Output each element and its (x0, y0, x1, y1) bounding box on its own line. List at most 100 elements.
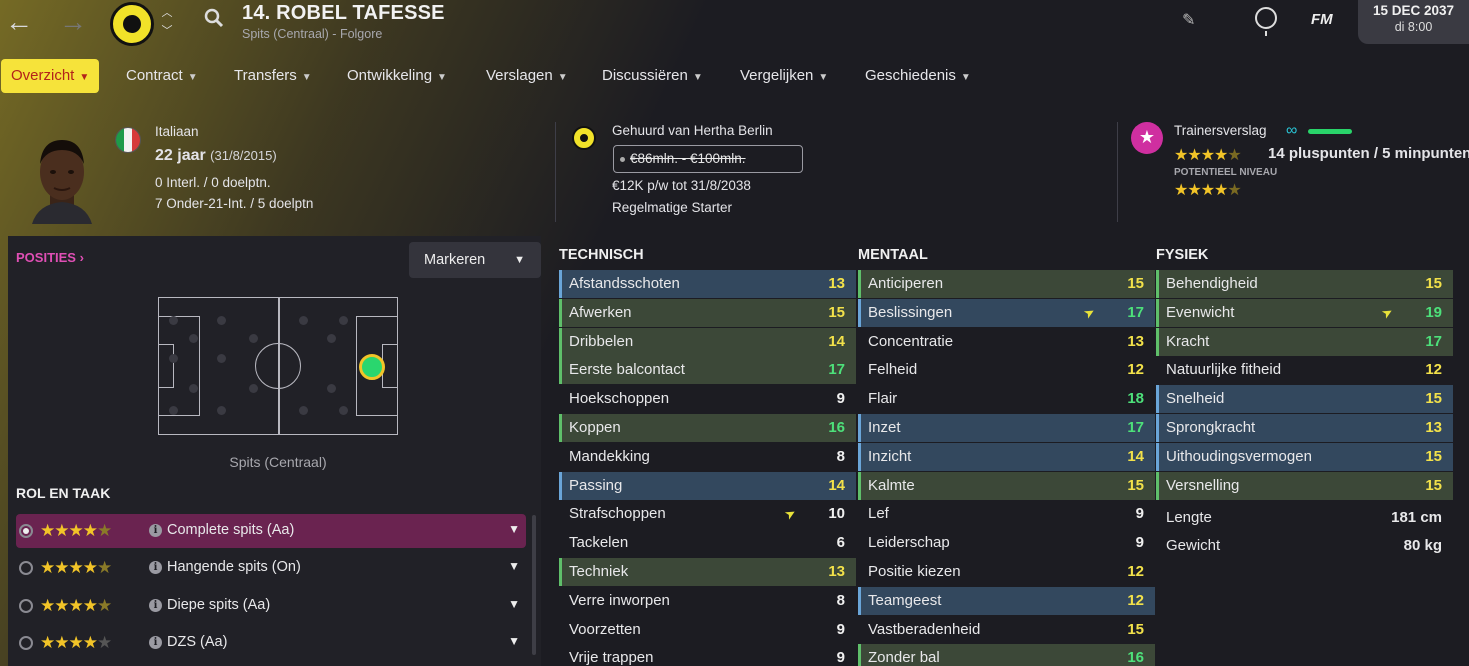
chevron-down-icon[interactable]: ▼ (508, 559, 520, 573)
attribute-row[interactable]: Evenwicht ➤ 19 (1156, 298, 1453, 327)
tab-ontwikkeling[interactable]: Ontwikkeling ▼ (337, 59, 457, 93)
tab-geschiedenis[interactable]: Geschiedenis ▼ (855, 59, 981, 93)
info-icon[interactable]: i (149, 599, 162, 612)
attribute-row[interactable]: Lef 9 (858, 500, 1155, 528)
attribute-row[interactable]: Hoekschoppen 9 (559, 385, 856, 413)
nationality: Italiaan (155, 124, 199, 139)
role-name: Diepe spits (Aa) (167, 597, 271, 613)
attribute-row[interactable]: Techniek 13 (559, 558, 856, 586)
forward-arrow-icon[interactable]: → (58, 8, 88, 38)
tab-discussieren[interactable]: Discussiëren ▼ (592, 59, 713, 93)
attribute-value: 14 (828, 476, 845, 494)
info-icon[interactable]: i (149, 636, 162, 649)
transfer-value[interactable]: €86mln. - €100mln. (613, 145, 803, 173)
attribute-row[interactable]: Vastberadenheid 15 (858, 616, 1155, 644)
role-item[interactable]: ★★★★★ i Diepe spits (Aa) ▼ (16, 589, 526, 623)
attribute-row[interactable]: Eerste balcontact 17 (559, 356, 856, 385)
attribute-row[interactable]: Teamgeest 12 (858, 586, 1155, 615)
chevron-down-icon[interactable]: ﹀ (159, 22, 175, 40)
back-arrow-icon[interactable]: ← (4, 8, 34, 38)
attribute-row[interactable]: Inzicht 14 (858, 442, 1155, 471)
player-switch-arrows[interactable]: ︿ ﹀ (159, 4, 175, 40)
attribute-value: 9 (836, 620, 845, 638)
info-icon[interactable]: i (149, 524, 162, 537)
weight-label: Gewicht (1166, 537, 1221, 554)
date-box[interactable]: 15 DEC 2037 di 8:00 (1358, 0, 1469, 44)
attribute-value: 13 (828, 275, 845, 292)
attribute-name: Evenwicht (1166, 303, 1235, 321)
coach-report-title[interactable]: Trainersverslag (1174, 123, 1267, 138)
pencil-icon[interactable]: ✎ (1182, 10, 1195, 30)
role-item[interactable]: ★★★★★ i Hangende spits (On) ▼ (16, 551, 526, 585)
attribute-row[interactable]: Beslissingen ➤ 17 (858, 298, 1155, 327)
attribute-row[interactable]: Afstandsschoten 13 (559, 270, 856, 298)
attribute-row[interactable]: Anticiperen 15 (858, 270, 1155, 298)
attribute-row[interactable]: Zonder bal 16 (858, 644, 1155, 666)
search-icon[interactable] (204, 8, 224, 34)
selected-position-marker[interactable] (359, 354, 385, 380)
club-badge-icon[interactable] (110, 2, 154, 46)
loan-info[interactable]: Gehuurd van Hertha Berlin (612, 123, 773, 138)
attribute-row[interactable]: Natuurlijke fitheid 12 (1156, 356, 1453, 384)
attribute-row[interactable]: Kracht 17 (1156, 327, 1453, 356)
attribute-name: Sprongkracht (1166, 419, 1256, 436)
attribute-row[interactable]: Leiderschap 9 (858, 529, 1155, 557)
player-subtitle[interactable]: Spits (Centraal) - Folgore (242, 27, 382, 41)
italy-flag-icon (115, 127, 141, 153)
technical-title: TECHNISCH (559, 247, 644, 263)
info-icon[interactable]: i (149, 561, 162, 574)
mark-dropdown[interactable]: Markeren ▼ (409, 242, 541, 278)
attribute-row[interactable]: Sprongkracht 13 (1156, 414, 1453, 442)
attribute-row[interactable]: Verre inworpen 8 (559, 587, 856, 615)
chevron-down-icon[interactable]: ▼ (508, 522, 520, 536)
attribute-row[interactable]: Behendigheid 15 (1156, 270, 1453, 298)
attribute-row[interactable]: Kalmte 15 (858, 471, 1155, 500)
attribute-row[interactable]: Versnelling 15 (1156, 471, 1453, 500)
fm-logo[interactable]: FM (1311, 11, 1333, 28)
chevron-down-icon[interactable]: ▼ (508, 597, 520, 611)
radio-button[interactable] (19, 561, 33, 575)
chevron-down-icon[interactable]: ▼ (508, 634, 520, 648)
attribute-row[interactable]: Dribbelen 14 (559, 327, 856, 356)
attribute-row[interactable]: Mandekking 8 (559, 443, 856, 471)
tab-contract[interactable]: Contract ▼ (116, 59, 208, 93)
attribute-row[interactable]: Voorzetten 9 (559, 616, 856, 644)
attribute-row[interactable]: Vrije trappen 9 (559, 644, 856, 666)
potential-label: POTENTIEEL NIVEAU (1174, 167, 1278, 178)
attribute-row[interactable]: Positie kiezen 12 (858, 558, 1155, 586)
attribute-row[interactable]: Tackelen 6 (559, 529, 856, 557)
role-item[interactable]: ★★★★★ i DZS (Aa) ▼ (16, 626, 526, 660)
international-caps: 0 Interl. / 0 doelptn. (155, 175, 271, 190)
radio-button[interactable] (19, 636, 33, 650)
attribute-row[interactable]: Felheid 12 (858, 356, 1155, 384)
attribute-value: 16 (828, 419, 845, 436)
tab-vergelijken[interactable]: Vergelijken ▼ (730, 59, 838, 93)
attribute-row[interactable]: Afwerken 15 (559, 298, 856, 327)
tab-overzicht[interactable]: Overzicht ▼ (1, 59, 100, 93)
chevron-up-icon[interactable]: ︿ (159, 4, 175, 22)
radio-button[interactable] (19, 599, 33, 613)
positions-title[interactable]: POSITIES › (16, 250, 84, 265)
attribute-name: Hoekschoppen (569, 390, 670, 408)
globe-icon[interactable] (1255, 7, 1277, 36)
radio-button[interactable] (19, 524, 33, 538)
attribute-row[interactable]: Flair 18 (858, 385, 1155, 413)
star-icon: ★ (1131, 122, 1163, 154)
attribute-name: Natuurlijke fitheid (1166, 361, 1282, 379)
roles-scrollbar[interactable] (532, 515, 536, 655)
wage-info: €12K p/w tot 31/8/2038 (612, 178, 751, 193)
attribute-row[interactable]: Inzet 17 (858, 414, 1155, 442)
tab-verslagen[interactable]: Verslagen ▼ (476, 59, 578, 93)
attribute-name: Kracht (1166, 332, 1210, 350)
attribute-row[interactable]: Uithoudingsvermogen 15 (1156, 442, 1453, 471)
attribute-row[interactable]: Koppen 16 (559, 414, 856, 442)
attribute-row[interactable]: Strafschoppen ➤ 10 (559, 500, 856, 528)
squad-status: Regelmatige Starter (612, 200, 733, 215)
attribute-value: 15 (1425, 390, 1442, 408)
role-item[interactable]: ★★★★★ i Complete spits (Aa) ▼ (16, 514, 526, 548)
attribute-row[interactable]: Snelheid 15 (1156, 385, 1453, 414)
tab-transfers[interactable]: Transfers ▼ (224, 59, 322, 93)
attribute-row[interactable]: Passing 14 (559, 471, 856, 500)
attribute-row[interactable]: Concentratie 13 (858, 328, 1155, 356)
attribute-name: Afstandsschoten (569, 275, 680, 292)
